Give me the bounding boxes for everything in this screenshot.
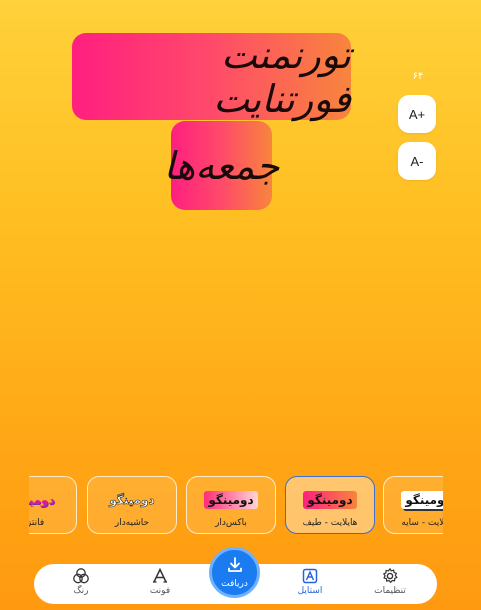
font-icon bbox=[151, 566, 169, 586]
increase-size-button[interactable]: A+ bbox=[398, 95, 436, 133]
style-label-outlined: حاشیه‌دار bbox=[114, 518, 150, 528]
style-card-outlined[interactable]: دومینگو حاشیه‌دار bbox=[87, 476, 177, 534]
download-label: دریافت bbox=[221, 579, 248, 589]
nav-settings[interactable]: تنظیمات bbox=[360, 566, 420, 602]
decrease-size-button[interactable]: A- bbox=[398, 142, 436, 180]
style-preview-highlight-shadow: دومینگو bbox=[384, 487, 443, 513]
style-preview-boxed: دومینگو bbox=[187, 487, 275, 513]
nav-settings-label: تنظیمات bbox=[374, 586, 406, 596]
style-label-highlight-gradient: هایلایت - طیف bbox=[302, 518, 358, 528]
style-icon bbox=[301, 566, 319, 586]
nav-color-label: رنگ bbox=[73, 586, 89, 596]
style-card-highlight-shadow[interactable]: دومینگو هایلایت - سایه bbox=[383, 476, 443, 534]
style-label-fantasy: فانتزی bbox=[29, 518, 45, 528]
headline-line-1[interactable]: تورنمنت فورتنایت bbox=[72, 32, 351, 121]
style-label-boxed: باکس‌دار bbox=[215, 518, 247, 528]
style-card-highlight-gradient[interactable]: دومینگو هایلایت - طیف bbox=[285, 476, 375, 534]
style-preview-highlight-gradient: دومینگو bbox=[286, 487, 374, 513]
download-button[interactable]: دریافت bbox=[209, 547, 260, 598]
style-label-highlight-shadow: هایلایت - سایه bbox=[401, 518, 443, 528]
gear-icon bbox=[381, 566, 399, 586]
nav-font-label: فونت bbox=[149, 586, 171, 596]
style-preview-outlined: دومینگو bbox=[109, 493, 155, 508]
headline-line-2[interactable]: جمعه‌ها bbox=[164, 121, 279, 210]
download-icon bbox=[226, 556, 244, 578]
nav-style[interactable]: استایل bbox=[280, 566, 340, 602]
headline-line-2-text: جمعه‌ها bbox=[163, 143, 280, 188]
color-palette-icon bbox=[72, 566, 90, 586]
nav-style-label: استایل bbox=[297, 586, 323, 596]
headline-line-1-text: تورنمنت فورتنایت bbox=[213, 32, 351, 121]
style-preview-fantasy: دومینگو bbox=[29, 493, 55, 507]
nav-font[interactable]: فونت bbox=[130, 566, 190, 602]
nav-color[interactable]: رنگ bbox=[51, 566, 111, 602]
style-card-boxed[interactable]: دومینگو باکس‌دار bbox=[186, 476, 276, 534]
style-carousel[interactable]: دومینگو فانتزی دومینگو حاشیه‌دار دومینگو… bbox=[29, 474, 443, 538]
font-size-value: ۶۴ bbox=[412, 71, 424, 82]
style-card-fantasy[interactable]: دومینگو فانتزی bbox=[29, 476, 77, 534]
